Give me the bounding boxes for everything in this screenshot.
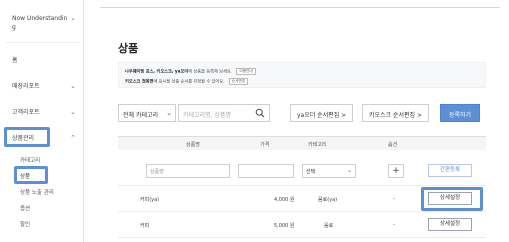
page-title: 상품 xyxy=(118,42,139,55)
highlight-product xyxy=(14,166,48,184)
highlight-detail-settings xyxy=(421,187,483,211)
notice-box: 나우웨이팅 포스, 키오스크, ya오더에 상품을 등록해 보세요. 이용안내 … xyxy=(118,62,486,88)
chevron-down-icon: ⌄ xyxy=(166,109,172,117)
category-select[interactable]: 선택 ⌄ xyxy=(302,164,356,178)
header-price: 가격 xyxy=(260,142,270,148)
product-price: 5,000 원 xyxy=(274,223,295,229)
sidebar-item-store-name[interactable]: Now Understandin g ⌄ xyxy=(12,14,76,32)
category-filter-select[interactable]: 전체 카테고리 ⌄ xyxy=(118,104,176,122)
reorder-button[interactable]: 순서변경 xyxy=(228,78,248,85)
guide-button[interactable]: 이용안내 xyxy=(236,68,256,75)
search-placeholder: 카테고리명, 상품명 xyxy=(183,112,231,119)
product-name: 커피 xyxy=(140,223,150,229)
category-select-value: 선택 xyxy=(306,169,316,175)
notice-line-1-bold: 나우웨이팅 포스, 키오스크, ya오더 xyxy=(125,68,189,74)
chevron-up-icon: ⌃ xyxy=(70,134,76,142)
price-input[interactable] xyxy=(238,164,294,178)
sidebar-item-store-report[interactable]: 매장리포트 ⌄ xyxy=(12,82,76,91)
notice-line-1: 나우웨이팅 포스, 키오스크, ya오더에 상품을 등록해 보세요. 이용안내 xyxy=(125,68,256,75)
product-name-input[interactable]: 상품명 xyxy=(146,164,230,178)
chevron-down-icon: ⌄ xyxy=(70,82,76,90)
new-product-row: 상품명 선택 ⌄ + 간편등록 xyxy=(118,150,486,186)
header-option: 옵션 xyxy=(388,142,398,148)
notice-line-1-text: 에 상품을 등록해 보세요. xyxy=(188,68,233,74)
chevron-down-icon: ⌄ xyxy=(70,108,76,116)
chevron-down-icon: ⌄ xyxy=(346,167,352,174)
table-header: 상품명 가격 카테고리 옵션 xyxy=(118,136,486,150)
sidebar-subitem-option[interactable]: 옵션 xyxy=(20,204,30,212)
category-filter-value: 전체 카테고리 xyxy=(123,112,159,119)
notice-line-2: 키오스크 첫화면에 표시될 상품 순서를 지정할 수 있어요. 순서변경 xyxy=(125,78,248,85)
top-divider xyxy=(100,7,500,8)
sidebar-item-home[interactable]: 홈 xyxy=(12,56,76,65)
product-name-placeholder: 상품명 xyxy=(150,169,164,175)
header-product-name: 상품명 xyxy=(186,142,200,148)
sidebar-subitem-product-display[interactable]: 상품 노출 관리 xyxy=(20,188,54,196)
product-name: 커피(ya) xyxy=(140,197,160,203)
product-category: 음료 xyxy=(324,223,334,229)
highlight-product-management xyxy=(4,127,50,147)
quick-register-button[interactable]: 간편등록 xyxy=(428,164,472,177)
sidebar-subitem-discount[interactable]: 할인 xyxy=(20,220,30,228)
divider xyxy=(6,42,80,43)
product-category: 음료(ya) xyxy=(318,197,338,203)
sidebar-item-customer-report[interactable]: 고객리포트 ⌄ xyxy=(12,108,76,117)
search-input[interactable]: 카테고리명, 상품명 xyxy=(178,104,270,122)
register-button[interactable]: 등록하기 xyxy=(440,104,481,122)
table-row: 커피 5,000 원 음료 - 상세설정 xyxy=(118,212,486,238)
product-option: - xyxy=(393,222,395,228)
sidebar-item-label: Now Understandin g xyxy=(12,15,68,31)
chevron-down-icon: ⌄ xyxy=(70,14,76,22)
notice-line-2-text: 에 표시될 상품 순서를 지정할 수 있어요. xyxy=(153,78,225,84)
add-option-button[interactable]: + xyxy=(388,164,404,178)
sidebar-item-label: 홈 xyxy=(12,57,18,64)
search-icon[interactable] xyxy=(255,108,265,118)
ya-order-reorder-button[interactable]: ya오더 순서편집 > xyxy=(290,104,354,122)
sidebar-subitem-category[interactable]: 카테고리 xyxy=(20,156,40,164)
notice-line-2-bold: 키오스크 첫화면 xyxy=(125,78,154,84)
kiosk-reorder-button[interactable]: 키오스크 순서편집 > xyxy=(362,104,430,122)
sidebar-item-label: 고객리포트 xyxy=(12,109,40,116)
header-category: 카테고리 xyxy=(308,142,327,148)
product-price: 4,000 원 xyxy=(274,197,295,203)
sidebar-item-label: 매장리포트 xyxy=(12,83,40,90)
product-option: - xyxy=(393,196,395,202)
sidebar: Now Understandin g ⌄ 홈 매장리포트 ⌄ 고객리포트 ⌄ 상… xyxy=(0,0,84,242)
detail-settings-button[interactable]: 상세설정 xyxy=(428,218,472,231)
